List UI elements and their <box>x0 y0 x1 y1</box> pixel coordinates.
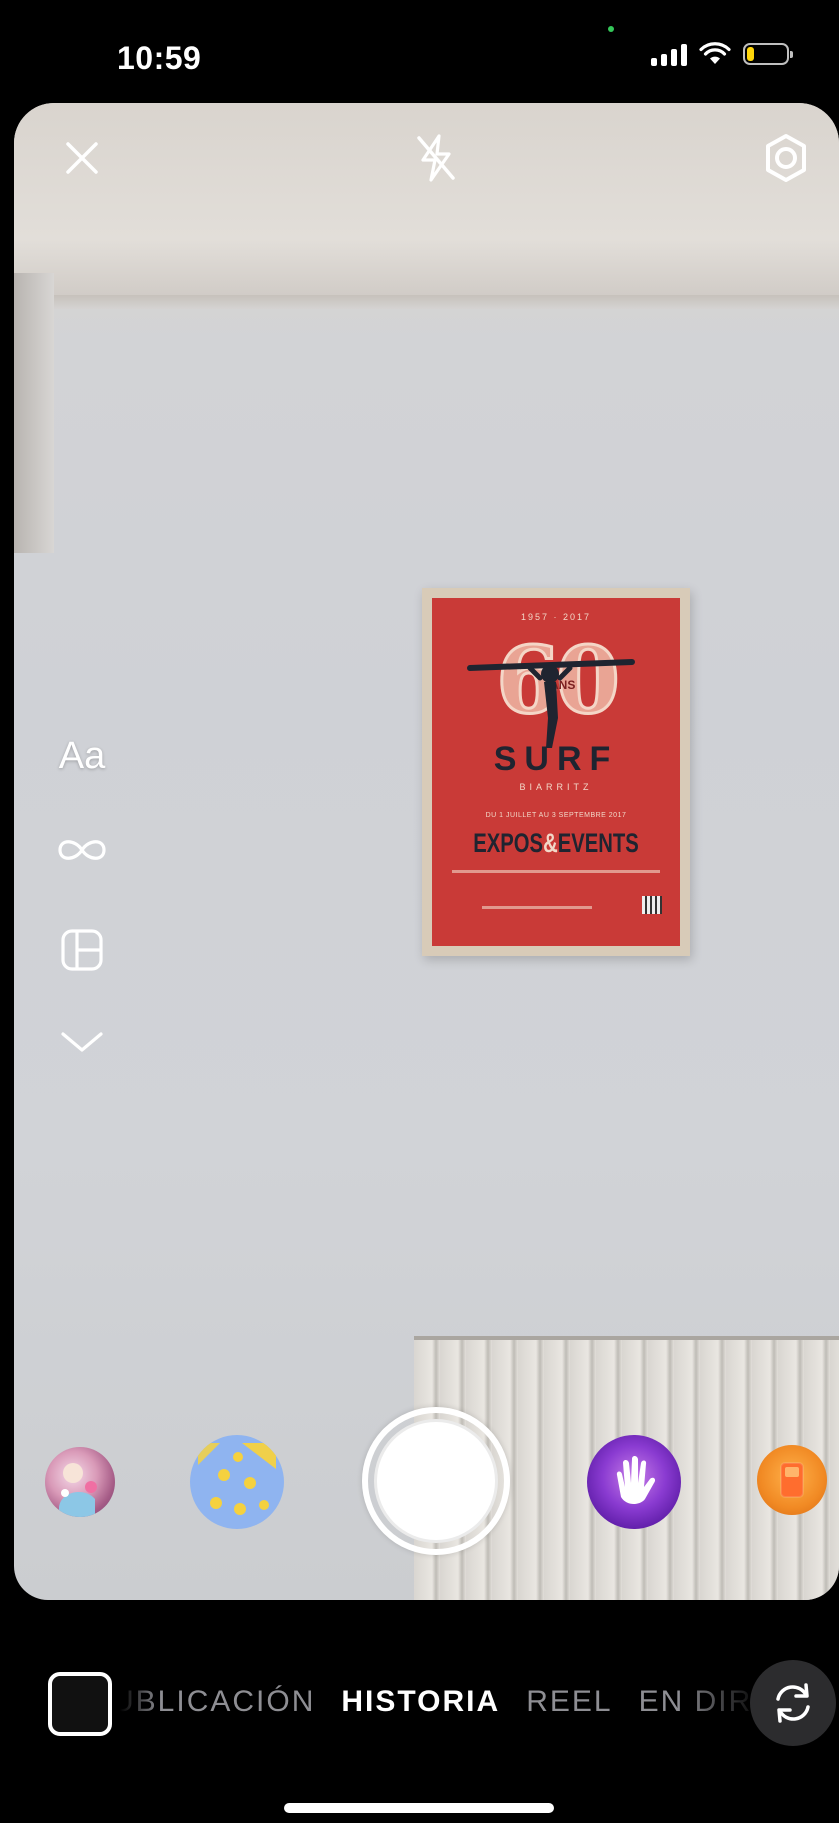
cellular-signal-icon <box>651 42 687 66</box>
poster-fineprint <box>452 870 660 873</box>
poster-qr-code <box>642 896 662 914</box>
mode-reel[interactable]: REEL <box>526 1685 612 1719</box>
more-tools-button[interactable] <box>50 1010 114 1074</box>
poster-dates: DU 1 JUILLET AU 3 SEPTEMBRE 2017 <box>485 812 627 819</box>
mode-track: PUBLICACIÓN HISTORIA REEL EN DIRECTO <box>120 1685 760 1719</box>
mode-selector[interactable]: PUBLICACIÓN HISTORIA REEL EN DIRECTO <box>120 1685 760 1725</box>
poster-fineprint-2 <box>482 906 592 909</box>
chevron-down-icon <box>61 1032 103 1052</box>
layout-button[interactable] <box>50 918 114 982</box>
battery-level <box>747 47 754 61</box>
infinity-icon <box>58 840 106 860</box>
poster-top-text: 1957 · 2017 <box>520 612 592 622</box>
effect-flowers[interactable] <box>190 1435 284 1529</box>
battery-icon <box>743 43 793 65</box>
hand-effect-icon <box>616 1456 656 1504</box>
close-button[interactable] <box>52 128 112 188</box>
text-tool-label: Aa <box>58 734 106 777</box>
poster-headline-right: EVENTS <box>557 828 639 858</box>
effect-orange[interactable] <box>757 1445 827 1515</box>
effect-avatar[interactable] <box>45 1447 115 1517</box>
effect-hand[interactable] <box>587 1435 681 1529</box>
shutter-inner <box>374 1419 498 1543</box>
close-icon <box>66 142 98 174</box>
status-icons <box>651 42 793 66</box>
shutter-button[interactable] <box>362 1407 510 1555</box>
poster-subtitle: BIARRITZ <box>519 782 593 792</box>
mode-en-directo[interactable]: EN DIRECTO <box>639 1685 760 1719</box>
scene-ceiling-edge <box>54 295 839 309</box>
text-tool-button[interactable]: Aa <box>50 724 114 788</box>
scene-wall-corner <box>14 273 54 553</box>
camera-screen: 10:59 1957 · 2017 60 ANS <box>0 0 839 1823</box>
poster-headline: EXPOS&EVENTS <box>463 828 649 859</box>
layout-icon <box>61 929 103 971</box>
gallery-button[interactable] <box>48 1672 112 1736</box>
avatar-effect-icon <box>59 1463 97 1517</box>
poster-headline-amp: & <box>543 828 558 858</box>
poster-title: SURF <box>493 740 619 778</box>
camera-flip-icon <box>776 1683 810 1723</box>
poster-artwork: 1957 · 2017 60 ANS SURF BIARRITZ DU 1 JU… <box>432 598 680 946</box>
flip-camera-button[interactable] <box>750 1660 836 1746</box>
flash-off-icon <box>417 134 455 182</box>
mode-historia[interactable]: HISTORIA <box>341 1685 500 1719</box>
poster-headline-left: EXPOS <box>473 828 544 858</box>
camera-viewfinder[interactable]: 1957 · 2017 60 ANS SURF BIARRITZ DU 1 JU… <box>14 103 839 1600</box>
privacy-indicator-dot <box>608 26 614 32</box>
status-time: 10:59 <box>117 40 202 76</box>
home-indicator[interactable] <box>284 1803 554 1813</box>
boomerang-button[interactable] <box>50 818 114 882</box>
settings-icon <box>766 134 806 182</box>
wifi-icon <box>699 42 731 64</box>
settings-button[interactable] <box>756 128 816 188</box>
orange-effect-icon <box>780 1462 804 1498</box>
flower-effect-icon <box>198 1443 276 1515</box>
mode-publicacion[interactable]: PUBLICACIÓN <box>120 1685 315 1719</box>
flash-button[interactable] <box>406 128 466 188</box>
scene-poster: 1957 · 2017 60 ANS SURF BIARRITZ DU 1 JU… <box>422 588 690 956</box>
